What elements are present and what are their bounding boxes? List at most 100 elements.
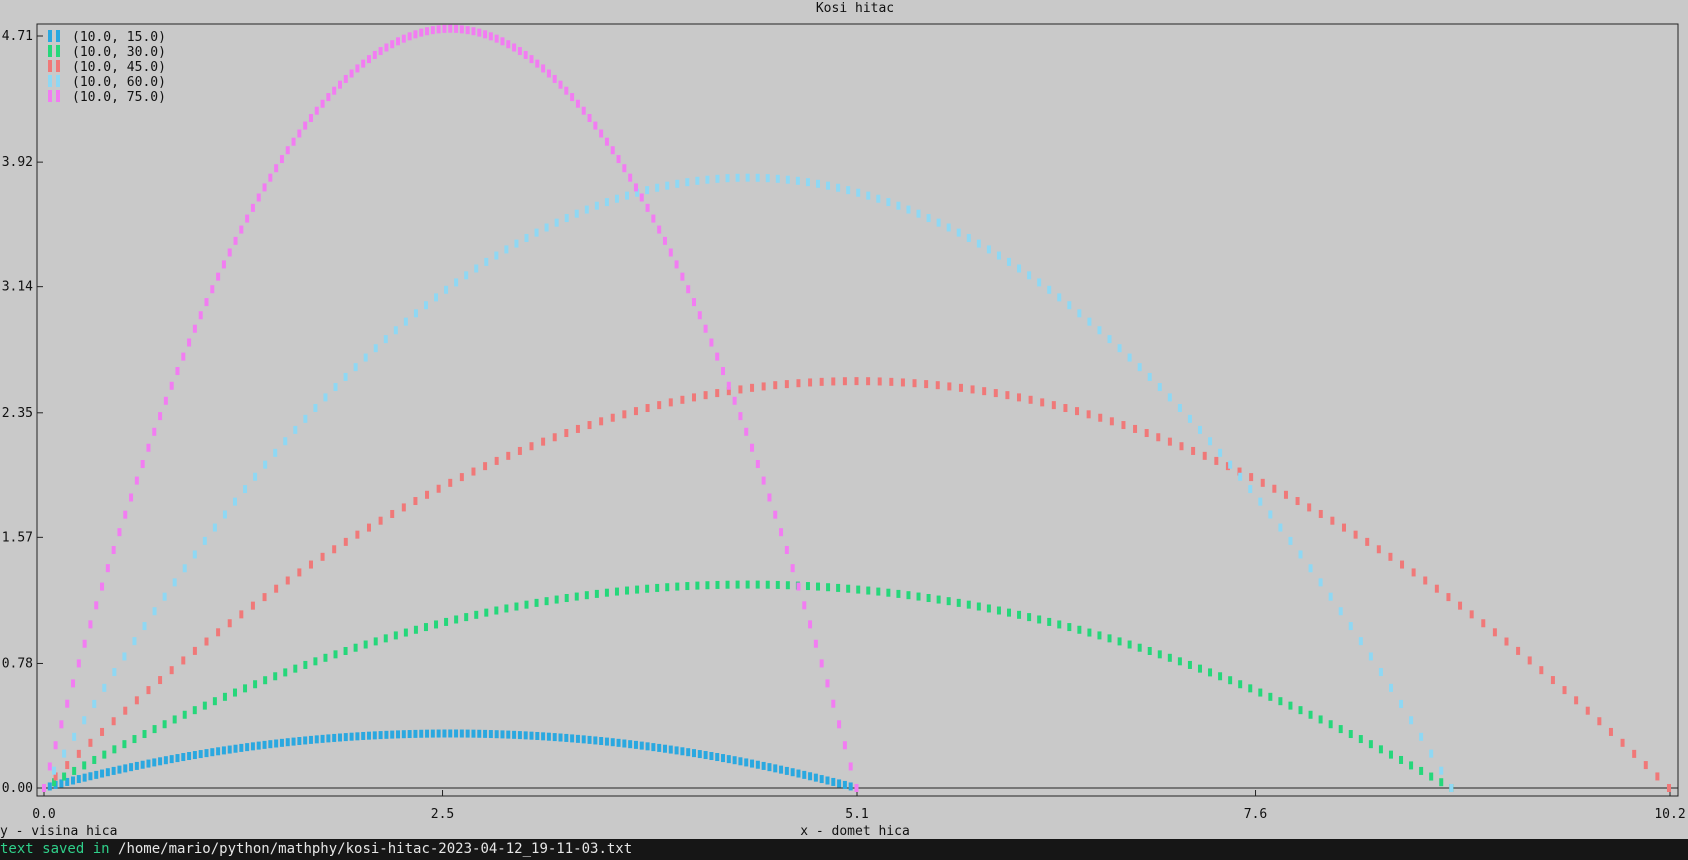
data-point [436, 25, 441, 34]
data-point [725, 580, 730, 589]
data-point [494, 456, 499, 465]
data-point [454, 24, 459, 33]
data-point [320, 734, 325, 743]
data-point [262, 183, 267, 192]
data-point [1047, 617, 1052, 626]
data-point [610, 413, 615, 422]
data-point [674, 260, 679, 269]
data-point [464, 271, 469, 280]
data-point [1228, 460, 1233, 469]
data-point [935, 381, 940, 390]
data-point [92, 755, 97, 764]
data-point [227, 248, 232, 257]
data-point [268, 740, 273, 749]
data-point [1157, 650, 1162, 659]
data-point [856, 188, 861, 197]
data-point [1077, 309, 1082, 318]
data-point [477, 28, 482, 37]
data-point [506, 40, 511, 49]
data-point [245, 214, 250, 223]
data-point [685, 178, 690, 187]
legend-swatch [48, 75, 52, 87]
data-point [842, 741, 847, 750]
data-point [1365, 537, 1370, 546]
data-point [715, 389, 720, 398]
data-point [651, 214, 656, 223]
data-point [1328, 720, 1333, 729]
data-point [680, 395, 685, 404]
data-point [697, 311, 702, 320]
data-point [187, 752, 192, 761]
data-point [675, 179, 680, 188]
data-point [102, 683, 107, 692]
data-point [390, 730, 395, 739]
data-point [668, 398, 673, 407]
data-point [192, 324, 197, 333]
data-point [996, 251, 1001, 260]
data-point [1419, 766, 1424, 775]
data-point [594, 589, 599, 598]
data-point [1308, 564, 1313, 573]
x-tick-label: 5.1 [845, 807, 868, 822]
data-point [308, 113, 313, 122]
legend-swatch [56, 60, 60, 72]
data-point [142, 622, 147, 631]
data-point [413, 30, 418, 39]
chart-title: Kosi hitac [816, 1, 894, 16]
legend-item: (10.0, 60.0) [48, 75, 166, 90]
data-point [239, 225, 244, 234]
data-point [1248, 684, 1253, 693]
data-point [1097, 326, 1102, 335]
data-point [250, 601, 255, 610]
data-point [916, 209, 921, 218]
data-point [393, 326, 398, 335]
data-point [152, 725, 157, 734]
data-point [53, 741, 58, 750]
data-point [243, 684, 248, 693]
data-point [819, 659, 824, 668]
data-point [1121, 421, 1126, 430]
data-point [946, 597, 951, 606]
data-point [1177, 657, 1182, 666]
data-point [253, 472, 258, 481]
data-point [1429, 772, 1434, 781]
data-point [966, 600, 971, 609]
data-point [72, 766, 77, 775]
data-point [285, 576, 290, 585]
data-point [204, 749, 209, 758]
data-point [122, 652, 127, 661]
data-point [970, 385, 975, 394]
data-point [378, 731, 383, 740]
data-point [293, 664, 298, 673]
data-point [926, 214, 931, 223]
data-point [633, 740, 638, 749]
data-point [65, 761, 70, 770]
data-point [1411, 568, 1416, 577]
data-point [1097, 631, 1102, 640]
data-point [796, 379, 801, 388]
data-point [285, 146, 290, 155]
data-point [544, 597, 549, 606]
data-point [274, 584, 279, 593]
data-point [132, 637, 137, 646]
data-point [735, 580, 740, 589]
data-point [326, 93, 331, 102]
data-point [651, 743, 656, 752]
data-point [564, 429, 569, 438]
status-bar: text saved in /home/mario/python/mathphy… [0, 839, 1688, 860]
x-tick-label: 0.0 [32, 807, 55, 822]
data-point [343, 733, 348, 742]
data-point [986, 604, 991, 613]
data-point [705, 581, 710, 590]
data-point [674, 746, 679, 755]
data-point [837, 779, 842, 788]
data-point [59, 720, 64, 729]
legend-swatch [56, 75, 60, 87]
data-point [373, 637, 378, 646]
data-point [1328, 592, 1333, 601]
data-point [946, 223, 951, 232]
data-point [1249, 473, 1254, 482]
data-point [1446, 593, 1451, 602]
data-point [1574, 696, 1579, 705]
data-point [691, 749, 696, 758]
